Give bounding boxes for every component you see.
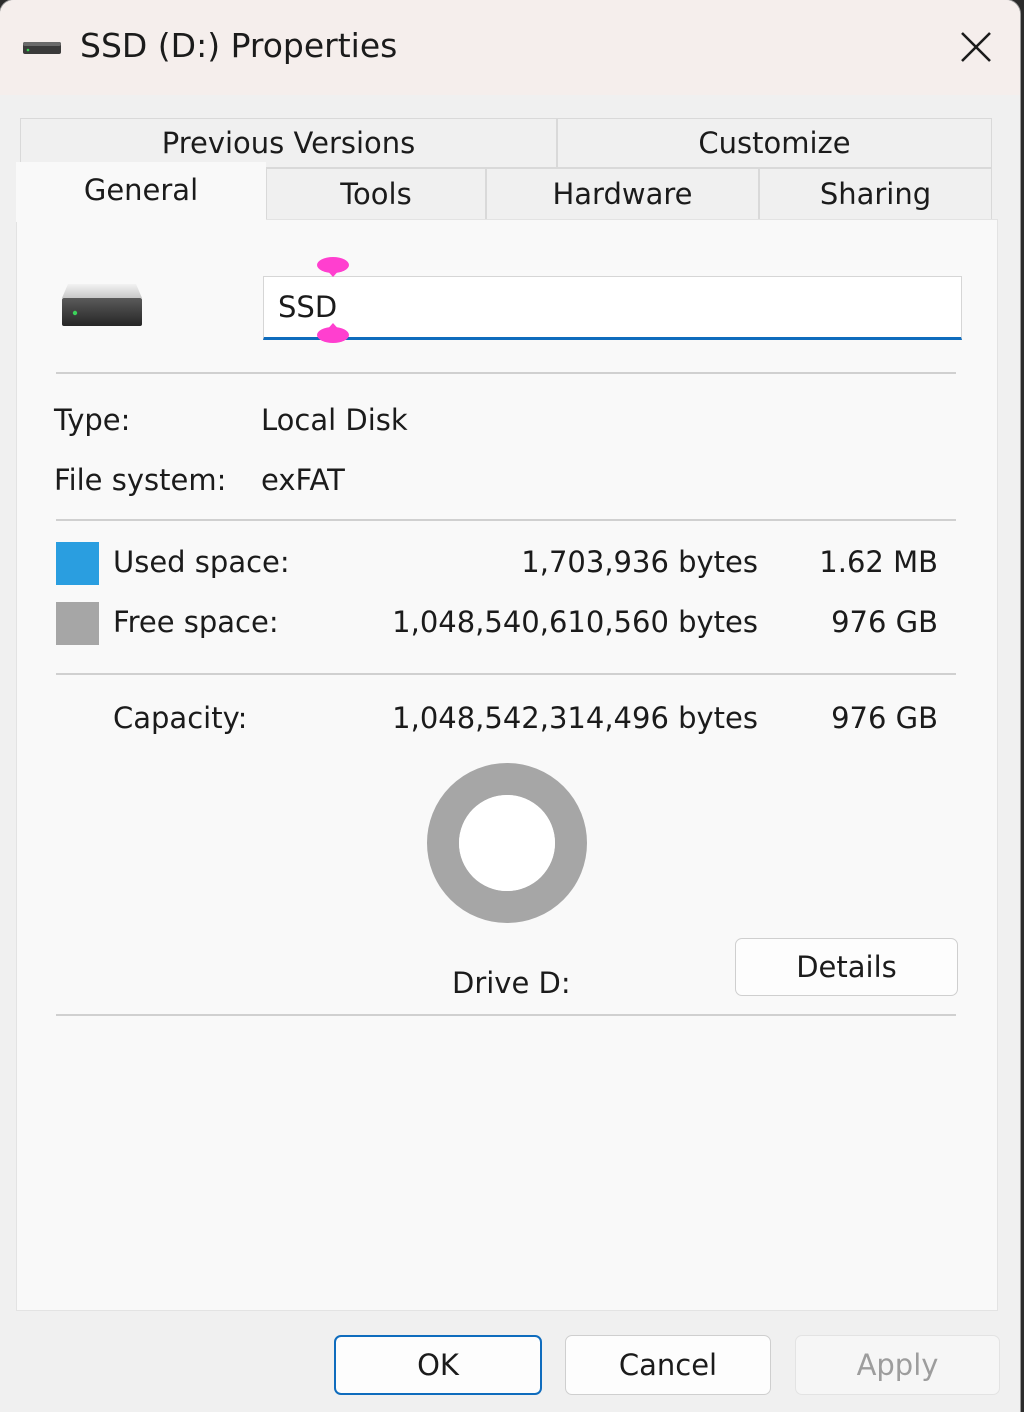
- used-space-size: 1.62 MB: [819, 545, 938, 579]
- used-space-label: Used space:: [113, 545, 290, 579]
- file-system-value: exFAT: [261, 463, 345, 497]
- tab-previous-versions[interactable]: Previous Versions: [20, 118, 557, 168]
- drive-icon: [23, 42, 61, 54]
- details-button[interactable]: Details: [735, 938, 958, 996]
- used-space-swatch: [56, 542, 99, 585]
- cancel-button[interactable]: Cancel: [565, 1335, 771, 1395]
- apply-button[interactable]: Apply: [795, 1335, 1000, 1395]
- capacity-bytes: 1,048,542,314,496 bytes: [392, 701, 758, 735]
- ok-button[interactable]: OK: [334, 1335, 542, 1395]
- type-label: Type:: [54, 403, 131, 437]
- separator: [56, 372, 956, 374]
- capacity-label: Capacity:: [113, 701, 248, 735]
- title-bar: SSD (D:) Properties: [0, 0, 1020, 95]
- volume-name-input[interactable]: [263, 276, 962, 340]
- tab-hardware[interactable]: Hardware: [486, 168, 759, 220]
- separator: [56, 673, 956, 675]
- text-caret-bottom-icon: [317, 323, 349, 343]
- type-value: Local Disk: [261, 403, 408, 437]
- close-icon: [961, 32, 991, 62]
- separator: [56, 519, 956, 521]
- tab-sharing[interactable]: Sharing: [759, 168, 992, 220]
- window-title: SSD (D:) Properties: [80, 26, 398, 65]
- disk-usage-donut: [427, 763, 587, 923]
- tab-general[interactable]: General: [16, 162, 266, 222]
- text-caret-top-icon: [317, 257, 349, 277]
- properties-dialog: SSD (D:) Properties Previous Versions Cu…: [0, 0, 1020, 1412]
- free-space-swatch: [56, 602, 99, 645]
- drive-letter-label: Drive D:: [452, 966, 571, 1000]
- donut-hole: [459, 795, 555, 891]
- free-space-bytes: 1,048,540,610,560 bytes: [392, 605, 758, 639]
- close-button[interactable]: [948, 20, 1004, 74]
- free-space-label: Free space:: [113, 605, 279, 639]
- tab-customize[interactable]: Customize: [557, 118, 992, 168]
- used-space-bytes: 1,703,936 bytes: [521, 545, 758, 579]
- file-system-label: File system:: [54, 463, 227, 497]
- free-space-size: 976 GB: [831, 605, 938, 639]
- separator: [56, 1014, 956, 1016]
- tab-tools[interactable]: Tools: [266, 168, 486, 220]
- capacity-size: 976 GB: [831, 701, 938, 735]
- drive-icon: [62, 284, 142, 326]
